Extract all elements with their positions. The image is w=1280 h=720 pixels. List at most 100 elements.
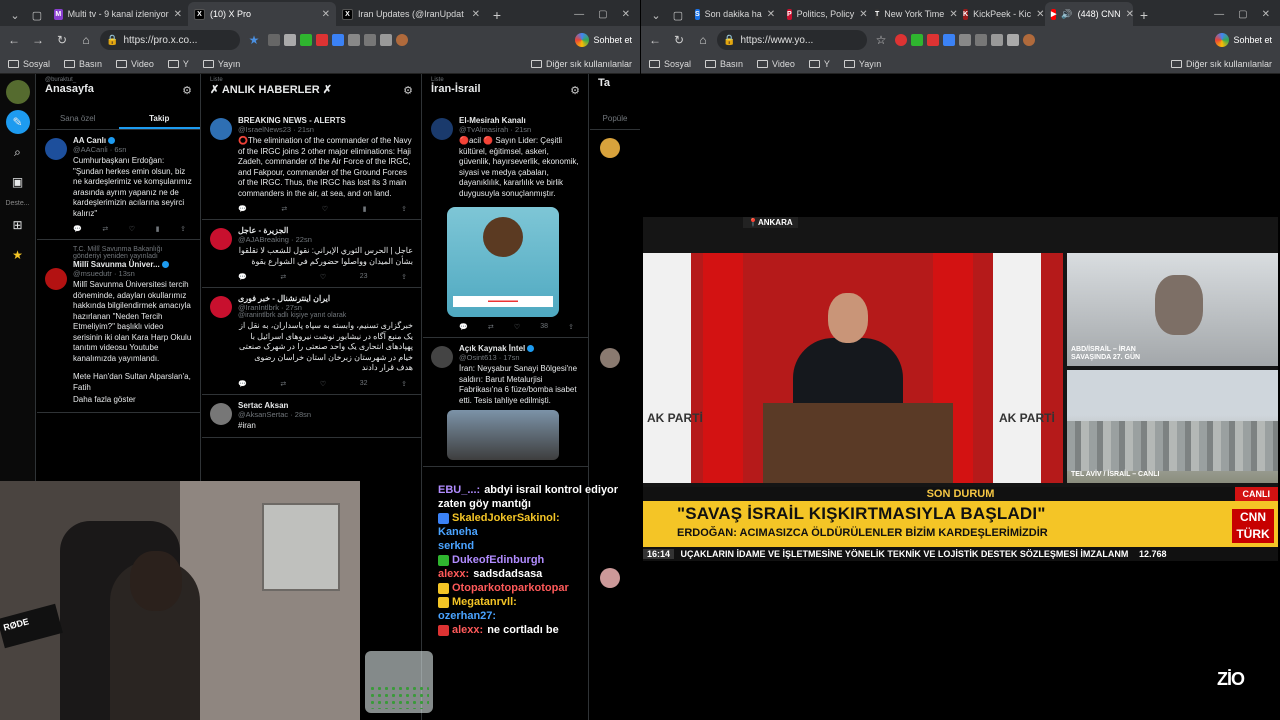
tweet[interactable]: الجزيرة - عاجل @AJABreaking · 22sn عاجل … (202, 220, 421, 288)
tab-menu-icon[interactable]: ⌄ (4, 4, 26, 26)
other-bookmarks[interactable]: Diğer sık kullanılanlar (530, 59, 632, 69)
extension-icon[interactable] (300, 34, 312, 46)
share-icon[interactable]: ⇪ (401, 380, 407, 388)
star-icon[interactable]: ☆ (871, 30, 891, 50)
tweet[interactable]: ایران اینترنشنال - خبر فوری @IranIntlbrk… (202, 288, 421, 395)
extension-icon[interactable] (1007, 34, 1019, 46)
maximize-icon[interactable]: ▢ (1238, 9, 1247, 20)
avatar[interactable] (45, 268, 67, 290)
close-icon[interactable]: ✕ (767, 9, 775, 20)
bookmark-folder[interactable]: Sosyal (649, 59, 691, 69)
avatar[interactable] (431, 118, 453, 140)
avatar[interactable] (600, 138, 620, 158)
author-name[interactable]: الجزيرة - عاجل (238, 226, 413, 235)
back-icon[interactable]: ← (645, 30, 665, 50)
author-name[interactable]: Açık Kaynak İntel (459, 344, 580, 353)
share-icon[interactable]: ⇪ (568, 323, 574, 331)
author-name[interactable]: Millî Savunma Üniver... (73, 260, 192, 269)
reply-icon[interactable]: 💬 (238, 380, 247, 388)
views-icon[interactable]: ▮ (363, 205, 367, 213)
tweet[interactable]: Açık Kaynak İntel @Osint613 · 17sn İran:… (423, 338, 588, 467)
tab-popular[interactable]: Popüle (590, 110, 640, 129)
tweet[interactable]: BREAKING NEWS - ALERTS @IsraelNews23 · 2… (202, 110, 421, 220)
like-icon[interactable]: ♡ (320, 380, 326, 388)
like-icon[interactable]: ♡ (129, 225, 135, 233)
columns-icon[interactable]: ▣ (6, 170, 30, 194)
extension-icon[interactable] (975, 34, 987, 46)
retweet-icon[interactable]: ⇄ (488, 323, 494, 331)
share-icon[interactable]: ⇪ (180, 225, 186, 233)
star-icon[interactable]: ★ (6, 243, 30, 267)
share-icon[interactable]: ⇪ (401, 205, 407, 213)
address-bar[interactable]: 🔒 https://pro.x.co... (100, 30, 240, 50)
author-name[interactable]: El-Mesirah Kanalı (459, 116, 580, 125)
show-more-link[interactable]: Daha fazla göster (73, 395, 192, 406)
tweet[interactable]: AA Canlı @AACanli · 6sn Cumhurbaşkanı Er… (37, 130, 200, 240)
speaker-icon[interactable]: 🔊 (1061, 9, 1072, 20)
close-icon[interactable]: ✕ (1036, 9, 1044, 20)
account-avatar[interactable] (5, 80, 30, 104)
views-icon[interactable]: ▮ (156, 225, 160, 233)
workspaces-icon[interactable]: ▢ (667, 4, 689, 26)
other-bookmarks[interactable]: Diğer sık kullanılanlar (1170, 59, 1272, 69)
reply-icon[interactable]: 💬 (459, 323, 468, 331)
extension-icon[interactable] (943, 34, 955, 46)
tweet[interactable]: T.C. Millî Savunma Bakanlığı gönderiyi y… (37, 240, 200, 413)
tab-nyt[interactable]: T New York Time ✕ (869, 2, 957, 26)
tab-multi-tv[interactable]: M Multi tv - 9 kanal izleniyor ✕ (48, 2, 188, 26)
search-icon[interactable]: ⌕ (6, 140, 30, 164)
bookmark-folder[interactable]: Video (116, 59, 154, 69)
reply-icon[interactable]: 💬 (238, 205, 247, 213)
close-icon[interactable]: ✕ (1126, 9, 1133, 20)
reload-icon[interactable]: ↻ (52, 30, 72, 50)
avatar[interactable] (210, 118, 232, 140)
avatar[interactable] (210, 228, 232, 250)
home-icon[interactable]: ⌂ (693, 30, 713, 50)
retweet-icon[interactable]: ⇄ (280, 273, 286, 281)
bookmark-folder[interactable]: Basın (705, 59, 743, 69)
bookmark-folder[interactable]: Yayın (843, 59, 881, 69)
home-icon[interactable]: ⌂ (76, 30, 96, 50)
extension-icon[interactable] (895, 34, 907, 46)
retweet-icon[interactable]: ⇄ (102, 225, 108, 233)
extension-icon[interactable] (911, 34, 923, 46)
bookmark-folder[interactable]: Sosyal (8, 59, 50, 69)
new-tab-button[interactable]: + (1133, 4, 1155, 26)
profile-avatar[interactable] (1023, 34, 1035, 46)
tab-for-you[interactable]: Sana özel (37, 110, 119, 129)
avatar[interactable] (600, 348, 620, 368)
author-name[interactable]: Sertac Aksan (238, 401, 413, 410)
author-name[interactable]: AA Canlı (73, 136, 192, 145)
maximize-icon[interactable]: ▢ (598, 9, 607, 20)
retweet-icon[interactable]: ⇄ (280, 380, 286, 388)
tweet[interactable]: El-Mesirah Kanalı @TvAlmasirah · 21sn 🔴a… (423, 110, 588, 338)
copilot-button[interactable]: Sohbet et (575, 33, 636, 47)
tab-following[interactable]: Takip (118, 110, 200, 129)
bookmark-folder[interactable]: Y (167, 59, 189, 69)
new-tab-button[interactable]: + (486, 4, 508, 26)
share-icon[interactable]: ⇪ (401, 273, 407, 281)
video-player[interactable]: 📍ANKARA AK PARTİ AK PARTİ ABD/İSRAİL – İ… (641, 74, 1280, 720)
workspaces-icon[interactable]: ▢ (26, 4, 48, 26)
like-icon[interactable]: ♡ (514, 323, 520, 331)
views-count[interactable]: 32 (360, 380, 368, 388)
bookmark-folder[interactable]: Yayın (202, 59, 240, 69)
reply-icon[interactable]: 💬 (73, 225, 82, 233)
extension-icon[interactable] (380, 34, 392, 46)
extension-icon[interactable] (959, 34, 971, 46)
compose-icon[interactable]: ✎ (5, 110, 30, 134)
author-name[interactable]: BREAKING NEWS - ALERTS (238, 116, 413, 125)
extension-icon[interactable] (364, 34, 376, 46)
avatar[interactable] (45, 138, 67, 160)
profile-avatar[interactable] (396, 34, 408, 46)
tweet-image[interactable] (447, 410, 559, 460)
add-deck-icon[interactable]: ⊞ (6, 213, 30, 237)
avatar[interactable] (210, 402, 232, 425)
close-window-icon[interactable]: ✕ (622, 9, 630, 20)
like-icon[interactable]: ♡ (320, 273, 326, 281)
extension-icon[interactable] (927, 34, 939, 46)
views-count[interactable]: 23 (360, 273, 368, 281)
address-bar[interactable]: 🔒 https://www.yo... (717, 30, 867, 50)
extension-icon[interactable] (284, 34, 296, 46)
settings-icon[interactable]: ⚙ (570, 84, 580, 97)
